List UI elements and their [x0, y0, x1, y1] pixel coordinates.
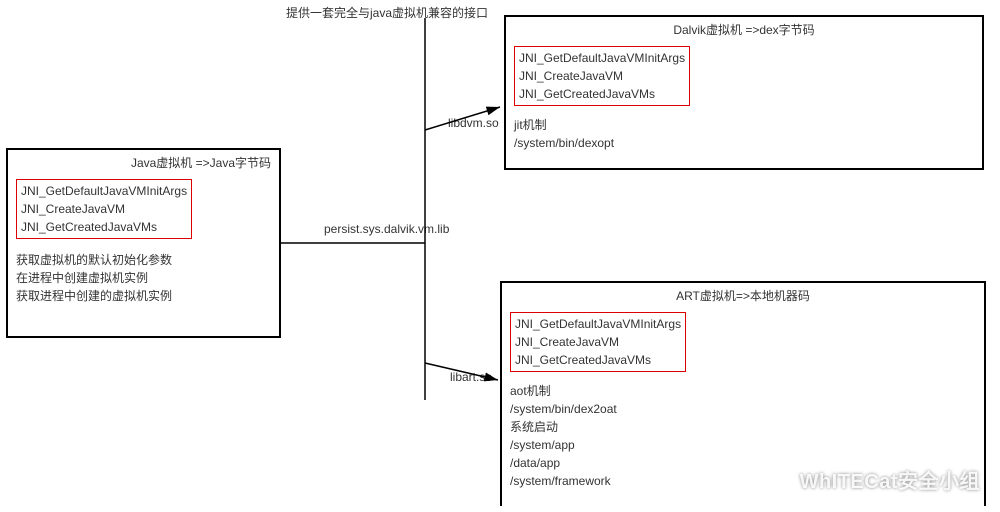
- wechat-icon: [772, 469, 794, 491]
- note-line: 获取进程中创建的虚拟机实例: [16, 287, 271, 305]
- api-line: JNI_GetCreatedJavaVMs: [515, 351, 681, 369]
- dalvik-notes: jit机制 /system/bin/dexopt: [514, 116, 974, 152]
- watermark-text: WhITECat安全小组: [800, 465, 980, 494]
- java-box-title: Java虚拟机 =>Java字节码: [16, 154, 271, 171]
- note-line: aot机制: [510, 382, 976, 400]
- note-line: jit机制: [514, 116, 974, 134]
- dalvik-box-title: Dalvik虚拟机 =>dex字节码: [514, 21, 974, 38]
- watermark: WhITECat安全小组: [772, 465, 980, 494]
- top-caption: 提供一套完全与java虚拟机兼容的接口: [286, 4, 488, 21]
- dalvik-api-redbox: JNI_GetDefaultJavaVMInitArgs JNI_CreateJ…: [514, 46, 690, 106]
- java-vm-box: Java虚拟机 =>Java字节码 JNI_GetDefaultJavaVMIn…: [6, 148, 281, 338]
- api-line: JNI_GetCreatedJavaVMs: [519, 85, 685, 103]
- dalvik-vm-box: Dalvik虚拟机 =>dex字节码 JNI_GetDefaultJavaVMI…: [504, 15, 984, 170]
- art-box-title: ART虚拟机=>本地机器码: [510, 287, 976, 304]
- note-line: /system/app: [510, 436, 976, 454]
- note-line: 在进程中创建虚拟机实例: [16, 269, 271, 287]
- edge-bottom-label: libart.so: [450, 370, 492, 384]
- edge-top-label: libdvm.so: [448, 116, 499, 130]
- java-api-redbox: JNI_GetDefaultJavaVMInitArgs JNI_CreateJ…: [16, 179, 192, 239]
- art-api-redbox: JNI_GetDefaultJavaVMInitArgs JNI_CreateJ…: [510, 312, 686, 372]
- note-line: /system/bin/dex2oat: [510, 400, 976, 418]
- api-line: JNI_CreateJavaVM: [519, 67, 685, 85]
- java-notes: 获取虚拟机的默认初始化参数 在进程中创建虚拟机实例 获取进程中创建的虚拟机实例: [16, 251, 271, 305]
- note-line: 获取虚拟机的默认初始化参数: [16, 251, 271, 269]
- api-line: JNI_GetCreatedJavaVMs: [21, 218, 187, 236]
- api-line: JNI_CreateJavaVM: [21, 200, 187, 218]
- api-line: JNI_GetDefaultJavaVMInitArgs: [519, 49, 685, 67]
- note-line: 系统启动: [510, 418, 976, 436]
- api-line: JNI_CreateJavaVM: [515, 333, 681, 351]
- api-line: JNI_GetDefaultJavaVMInitArgs: [21, 182, 187, 200]
- edge-center-label: persist.sys.dalvik.vm.lib: [324, 222, 424, 237]
- note-line: /system/bin/dexopt: [514, 134, 974, 152]
- api-line: JNI_GetDefaultJavaVMInitArgs: [515, 315, 681, 333]
